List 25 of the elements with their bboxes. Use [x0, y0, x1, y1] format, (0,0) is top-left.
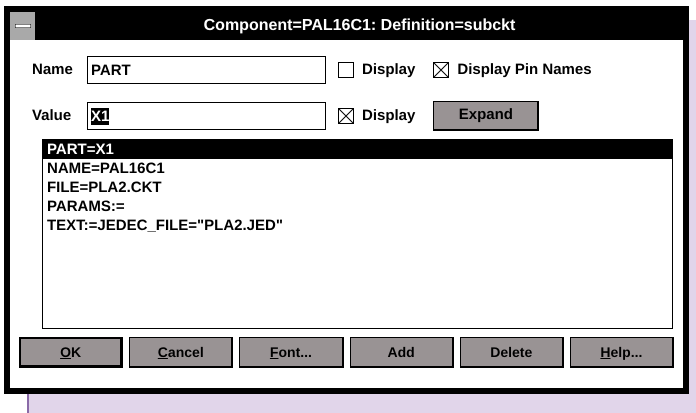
dialog-button[interactable]: Help...: [570, 337, 674, 368]
minus-icon: [14, 24, 30, 28]
list-item[interactable]: PART=X1: [43, 140, 672, 159]
system-menu-button[interactable]: [10, 12, 36, 40]
text-field[interactable]: X1: [87, 102, 326, 130]
field-label: Name: [32, 60, 74, 80]
dialog-button[interactable]: Cancel: [129, 337, 234, 368]
dialog-button[interactable]: OK: [19, 337, 124, 368]
list-item[interactable]: PARAMS:=: [43, 197, 672, 216]
checked-checkbox[interactable]: [338, 108, 354, 124]
dialog-button[interactable]: Delete: [460, 337, 564, 368]
checkbox-label: Display: [362, 106, 416, 126]
checked-checkbox[interactable]: [433, 62, 450, 78]
list-item[interactable]: TEXT:=JEDEC_FILE="PLA2.JED": [43, 216, 672, 235]
field-label: Value: [32, 106, 72, 126]
list-item[interactable]: NAME=PAL16C1: [43, 159, 672, 178]
window-title: Component=PAL16C1: Definition=subckt: [202, 16, 516, 36]
dialog-button[interactable]: Add: [350, 337, 454, 368]
text-field[interactable]: PART: [87, 56, 326, 84]
expand-button[interactable]: Expand: [433, 101, 540, 131]
list-item[interactable]: FILE=PLA2.CKT: [43, 178, 672, 197]
checkbox-label: Display Pin Names: [457, 60, 592, 80]
checkbox-label: Display: [362, 60, 416, 80]
dialog-button[interactable]: Font...: [239, 337, 344, 368]
checkbox[interactable]: [338, 62, 354, 78]
